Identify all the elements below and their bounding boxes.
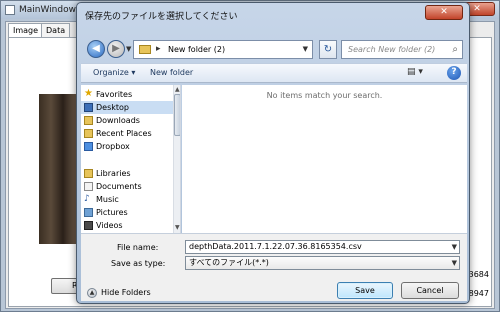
libraries-icon: [84, 169, 93, 178]
file-list[interactable]: No items match your search.: [182, 85, 467, 233]
nav-item-videos[interactable]: Videos: [81, 219, 173, 232]
scroll-up-icon[interactable]: ▲: [175, 86, 180, 93]
back-button[interactable]: ◀: [87, 40, 105, 58]
app-icon: [5, 5, 15, 15]
folder-icon: [139, 45, 151, 54]
dropbox-icon: [84, 142, 93, 151]
dialog-title: 保存先のファイルを選択してください: [85, 12, 238, 22]
command-toolbar: Organize ▾ New folder ▤ ▾ ?: [81, 63, 467, 83]
nav-item-music[interactable]: ♪ Music: [81, 193, 173, 206]
nav-item-desktop[interactable]: Desktop: [81, 101, 173, 114]
save-button[interactable]: Save: [337, 282, 393, 299]
address-field[interactable]: ▸ New folder (2) ▼: [133, 40, 313, 59]
nav-item-recent-places[interactable]: Recent Places: [81, 127, 173, 140]
main-window-title: MainWindow: [19, 5, 76, 15]
hide-folders-label: Hide Folders: [101, 288, 151, 297]
music-icon: ♪: [84, 194, 90, 204]
dialog-close-button[interactable]: ✕: [425, 5, 463, 20]
nav-item-dropbox[interactable]: Dropbox: [81, 140, 173, 153]
help-icon[interactable]: ?: [447, 66, 461, 80]
navigation-pane: ★ Favorites Desktop Downloads Recent Pla…: [81, 85, 181, 233]
documents-icon: [84, 182, 93, 191]
new-folder-button[interactable]: New folder: [150, 68, 193, 77]
chevron-right-icon[interactable]: ▸: [156, 44, 161, 54]
nav-item-pictures[interactable]: Pictures: [81, 206, 173, 219]
favorites-header[interactable]: ★ Favorites: [81, 88, 173, 101]
libraries-header[interactable]: Libraries: [81, 167, 173, 180]
save-type-value: すべてのファイル(*.*): [189, 258, 269, 267]
depth-image: [39, 94, 79, 244]
search-icon: ⌕: [452, 44, 458, 55]
star-icon: ★: [84, 88, 93, 99]
nav-item-documents[interactable]: Documents: [81, 180, 173, 193]
desktop-icon: [84, 103, 93, 112]
file-name-value: depthData.2011.7.1.22.07.36.8165354.csv: [189, 242, 362, 251]
search-input[interactable]: Search New folder (2) ⌕: [341, 40, 463, 59]
save-type-label: Save as type:: [111, 259, 166, 268]
downloads-icon: [84, 116, 93, 125]
forward-button[interactable]: ▶: [107, 40, 125, 58]
search-placeholder: Search New folder (2): [348, 45, 436, 54]
tab-data[interactable]: Data: [41, 23, 71, 37]
refresh-button[interactable]: ↻: [319, 40, 337, 59]
file-name-input[interactable]: depthData.2011.7.1.22.07.36.8165354.csv …: [185, 240, 460, 254]
address-bar: ◀ ▶ ▼ ▸ New folder (2) ▼ ↻ Search New fo…: [83, 39, 465, 61]
scroll-thumb[interactable]: [174, 94, 180, 136]
videos-icon: [84, 221, 93, 230]
tab-image[interactable]: Image: [8, 23, 44, 37]
recent-pages-dropdown-icon[interactable]: ▼: [126, 45, 131, 53]
nav-item-downloads[interactable]: Downloads: [81, 114, 173, 127]
address-path[interactable]: New folder (2): [168, 45, 225, 54]
nav-scrollbar[interactable]: ▲ ▼: [173, 85, 180, 233]
chevron-down-icon[interactable]: ▼: [452, 241, 457, 253]
chevron-down-icon[interactable]: ▼: [303, 45, 308, 53]
save-options-pane: File name: depthData.2011.7.1.22.07.36.8…: [81, 233, 467, 301]
chevron-up-icon: ▲: [87, 288, 97, 298]
cancel-button[interactable]: Cancel: [401, 282, 459, 299]
save-file-dialog: 保存先のファイルを選択してください ✕ ◀ ▶ ▼ ▸ New folder (…: [76, 2, 470, 304]
scroll-down-icon[interactable]: ▼: [175, 224, 180, 231]
file-name-label: File name:: [117, 243, 159, 252]
save-type-select[interactable]: すべてのファイル(*.*) ▼: [185, 256, 460, 270]
organize-button[interactable]: Organize ▾: [93, 68, 135, 77]
recent-places-icon: [84, 129, 93, 138]
views-button[interactable]: ▤ ▾: [407, 67, 423, 77]
chevron-down-icon[interactable]: ▼: [452, 257, 457, 269]
pictures-icon: [84, 208, 93, 217]
empty-message: No items match your search.: [266, 91, 383, 100]
